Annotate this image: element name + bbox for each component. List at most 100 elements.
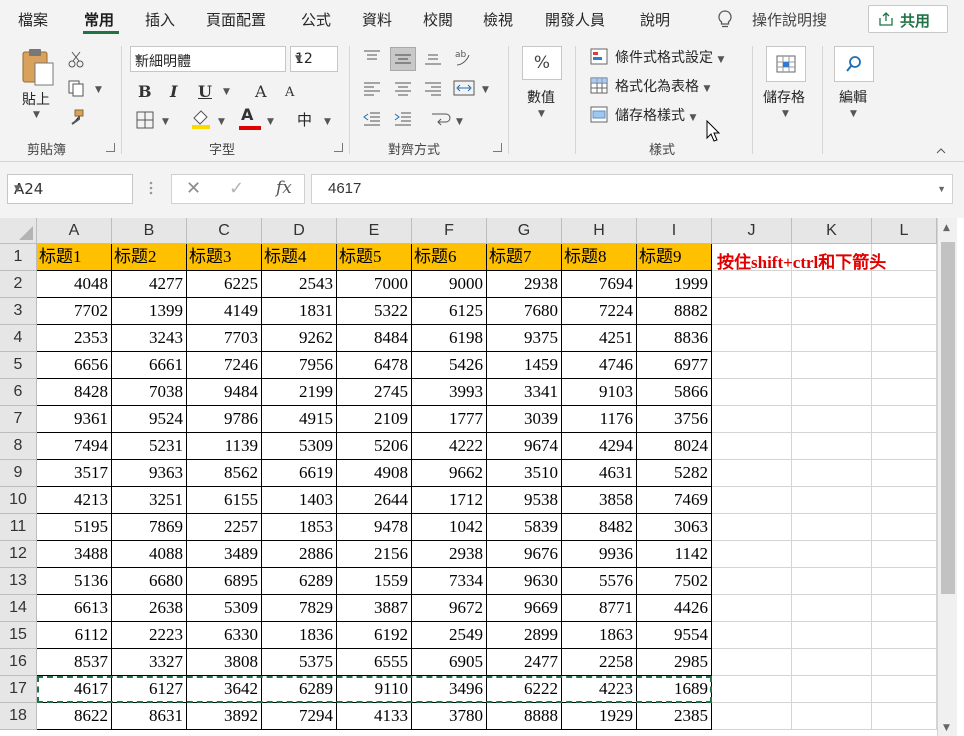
cell-d11[interactable]: 1853	[262, 514, 337, 541]
cell-e7[interactable]: 2109	[337, 406, 412, 433]
cell-b12[interactable]: 4088	[112, 541, 187, 568]
column-header-h[interactable]: H	[562, 218, 637, 244]
fill-color-icon[interactable]	[190, 108, 212, 130]
cell-l8[interactable]	[872, 433, 937, 460]
cell-h15[interactable]: 1863	[562, 622, 637, 649]
cell-e1[interactable]: 标题5	[337, 244, 412, 271]
wrap-text-icon[interactable]	[430, 108, 452, 130]
row-header-5[interactable]: 5	[0, 352, 37, 379]
cell-k2[interactable]	[792, 271, 872, 298]
cell-k3[interactable]	[792, 298, 872, 325]
cell-e14[interactable]: 3887	[337, 595, 412, 622]
cell-k15[interactable]	[792, 622, 872, 649]
cut-icon[interactable]	[67, 50, 85, 68]
cell-k13[interactable]	[792, 568, 872, 595]
cell-j12[interactable]	[712, 541, 792, 568]
align-bottom-icon[interactable]	[423, 49, 443, 67]
cell-h11[interactable]: 8482	[562, 514, 637, 541]
cell-a1[interactable]: 标题1	[37, 244, 112, 271]
phonetic-button[interactable]: 中	[297, 109, 312, 130]
paste-icon[interactable]	[20, 46, 56, 88]
cell-c16[interactable]: 3808	[187, 649, 262, 676]
cell-k7[interactable]	[792, 406, 872, 433]
borders-icon[interactable]	[136, 111, 154, 129]
number-format-button[interactable]: %	[522, 46, 562, 80]
cell-j7[interactable]	[712, 406, 792, 433]
cell-f17[interactable]: 3496	[412, 676, 487, 703]
cell-i15[interactable]: 9554	[637, 622, 712, 649]
cell-c1[interactable]: 标题3	[187, 244, 262, 271]
column-header-j[interactable]: J	[712, 218, 792, 244]
cell-i3[interactable]: 8882	[637, 298, 712, 325]
select-all-button[interactable]	[0, 218, 37, 244]
cell-h1[interactable]: 标题8	[562, 244, 637, 271]
cell-h14[interactable]: 8771	[562, 595, 637, 622]
align-top-icon[interactable]	[362, 49, 382, 65]
cell-d15[interactable]: 1836	[262, 622, 337, 649]
lightbulb-icon[interactable]	[717, 10, 733, 30]
tab-home[interactable]: 常用	[84, 9, 114, 30]
merge-dropdown[interactable]: ▼	[482, 85, 489, 95]
tab-formulas[interactable]: 公式	[301, 9, 331, 30]
row-header-10[interactable]: 10	[0, 487, 37, 514]
row-header-14[interactable]: 14	[0, 595, 37, 622]
cell-a11[interactable]: 5195	[37, 514, 112, 541]
cell-i1[interactable]: 标题9	[637, 244, 712, 271]
enter-button[interactable]: ✓	[229, 178, 244, 199]
tab-data[interactable]: 資料	[362, 9, 392, 30]
bold-button[interactable]: B	[138, 82, 152, 101]
tab-insert[interactable]: 插入	[145, 9, 175, 30]
cell-h7[interactable]: 1176	[562, 406, 637, 433]
cell-d17[interactable]: 6289	[262, 676, 337, 703]
borders-dropdown[interactable]: ▼	[162, 117, 169, 127]
column-header-e[interactable]: E	[337, 218, 412, 244]
cell-h10[interactable]: 3858	[562, 487, 637, 514]
row-header-18[interactable]: 18	[0, 703, 37, 730]
font-color-dropdown[interactable]: ▼	[267, 117, 274, 127]
cell-i11[interactable]: 3063	[637, 514, 712, 541]
cell-e4[interactable]: 8484	[337, 325, 412, 352]
cell-h2[interactable]: 7694	[562, 271, 637, 298]
cell-j8[interactable]	[712, 433, 792, 460]
cell-a3[interactable]: 7702	[37, 298, 112, 325]
cell-j14[interactable]	[712, 595, 792, 622]
cell-h12[interactable]: 9936	[562, 541, 637, 568]
cell-c5[interactable]: 7246	[187, 352, 262, 379]
cell-k5[interactable]	[792, 352, 872, 379]
editing-button[interactable]	[834, 46, 874, 82]
cell-d16[interactable]: 5375	[262, 649, 337, 676]
cell-b4[interactable]: 3243	[112, 325, 187, 352]
cells-label[interactable]: 儲存格	[763, 87, 805, 107]
cell-g3[interactable]: 7680	[487, 298, 562, 325]
copy-dropdown[interactable]: ▼	[95, 85, 102, 95]
decrease-indent-icon[interactable]	[362, 111, 382, 127]
cell-c6[interactable]: 9484	[187, 379, 262, 406]
alignment-launcher-icon[interactable]	[493, 143, 502, 152]
cell-e5[interactable]: 6478	[337, 352, 412, 379]
cell-l7[interactable]	[872, 406, 937, 433]
row-header-8[interactable]: 8	[0, 433, 37, 460]
cancel-button[interactable]: ✕	[186, 178, 201, 199]
cell-l18[interactable]	[872, 703, 937, 730]
fill-color-dropdown[interactable]: ▼	[218, 117, 225, 127]
copy-icon[interactable]	[67, 79, 85, 97]
column-header-l[interactable]: L	[872, 218, 937, 244]
cell-l2[interactable]	[872, 271, 937, 298]
editing-label[interactable]: 編輯	[839, 87, 867, 107]
cell-h16[interactable]: 2258	[562, 649, 637, 676]
number-dropdown[interactable]: ▼	[538, 109, 545, 119]
cell-f1[interactable]: 标题6	[412, 244, 487, 271]
tell-me-search[interactable]: 操作說明搜	[752, 9, 827, 30]
cell-k17[interactable]	[792, 676, 872, 703]
cell-h13[interactable]: 5576	[562, 568, 637, 595]
cell-a5[interactable]: 6656	[37, 352, 112, 379]
cell-l6[interactable]	[872, 379, 937, 406]
cell-c9[interactable]: 8562	[187, 460, 262, 487]
cell-d5[interactable]: 7956	[262, 352, 337, 379]
cell-i5[interactable]: 6977	[637, 352, 712, 379]
cell-j10[interactable]	[712, 487, 792, 514]
font-color-button[interactable]: A	[241, 105, 253, 124]
cell-d12[interactable]: 2886	[262, 541, 337, 568]
cell-b15[interactable]: 2223	[112, 622, 187, 649]
cell-a8[interactable]: 7494	[37, 433, 112, 460]
